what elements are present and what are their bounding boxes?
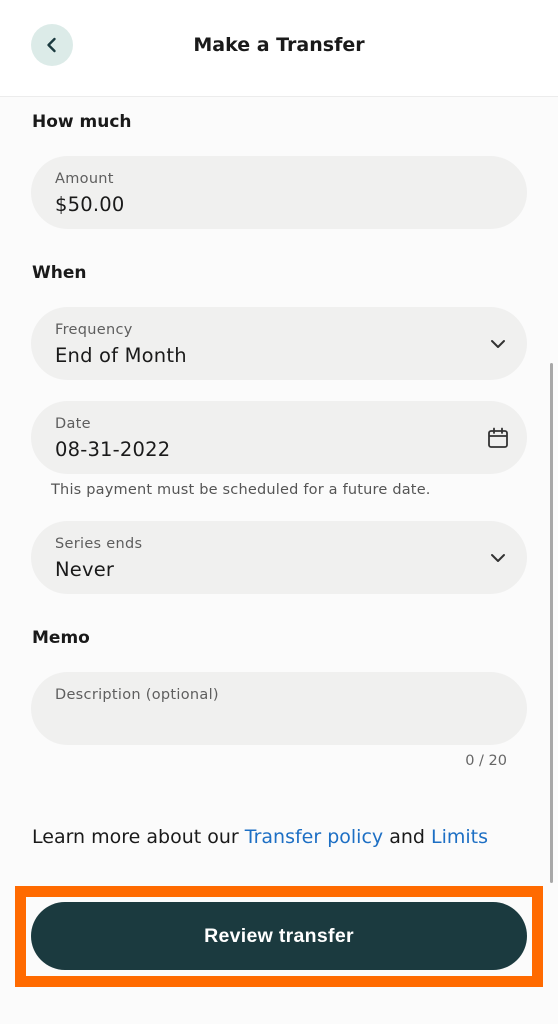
policy-prefix: Learn more about our	[32, 826, 245, 848]
series-ends-value: Never	[55, 558, 115, 581]
chevron-down-icon	[485, 331, 511, 357]
memo-character-counter: 0 / 20	[465, 753, 507, 769]
date-label: Date	[55, 416, 91, 432]
frequency-select[interactable]: Frequency End of Month	[31, 307, 527, 380]
calendar-icon[interactable]	[485, 425, 511, 451]
transfer-policy-link[interactable]: Transfer policy	[245, 826, 383, 848]
amount-field[interactable]: Amount $50.00	[31, 156, 527, 229]
limits-link[interactable]: Limits	[431, 826, 488, 848]
review-transfer-button[interactable]: Review transfer	[31, 902, 527, 970]
date-value: 08-31-2022	[55, 438, 171, 461]
policy-text: Learn more about our Transfer policy and…	[32, 826, 488, 848]
date-helper-text: This payment must be scheduled for a fut…	[51, 482, 431, 498]
page-title: Make a Transfer	[193, 34, 365, 56]
section-label-how-much: How much	[32, 112, 132, 132]
section-label-when: When	[32, 263, 87, 283]
memo-input[interactable]: Description (optional)	[31, 672, 527, 745]
amount-label: Amount	[55, 171, 114, 187]
scrollbar[interactable]	[550, 363, 553, 883]
memo-placeholder: Description (optional)	[55, 687, 219, 703]
frequency-value: End of Month	[55, 344, 187, 367]
section-label-memo: Memo	[32, 628, 90, 648]
date-field[interactable]: Date 08-31-2022	[31, 401, 527, 474]
header-bar: Make a Transfer	[0, 0, 558, 97]
frequency-label: Frequency	[55, 322, 133, 338]
policy-middle: and	[383, 826, 431, 848]
chevron-down-icon	[485, 545, 511, 571]
series-ends-select[interactable]: Series ends Never	[31, 521, 527, 594]
amount-value: $50.00	[55, 193, 125, 216]
series-ends-label: Series ends	[55, 536, 143, 552]
